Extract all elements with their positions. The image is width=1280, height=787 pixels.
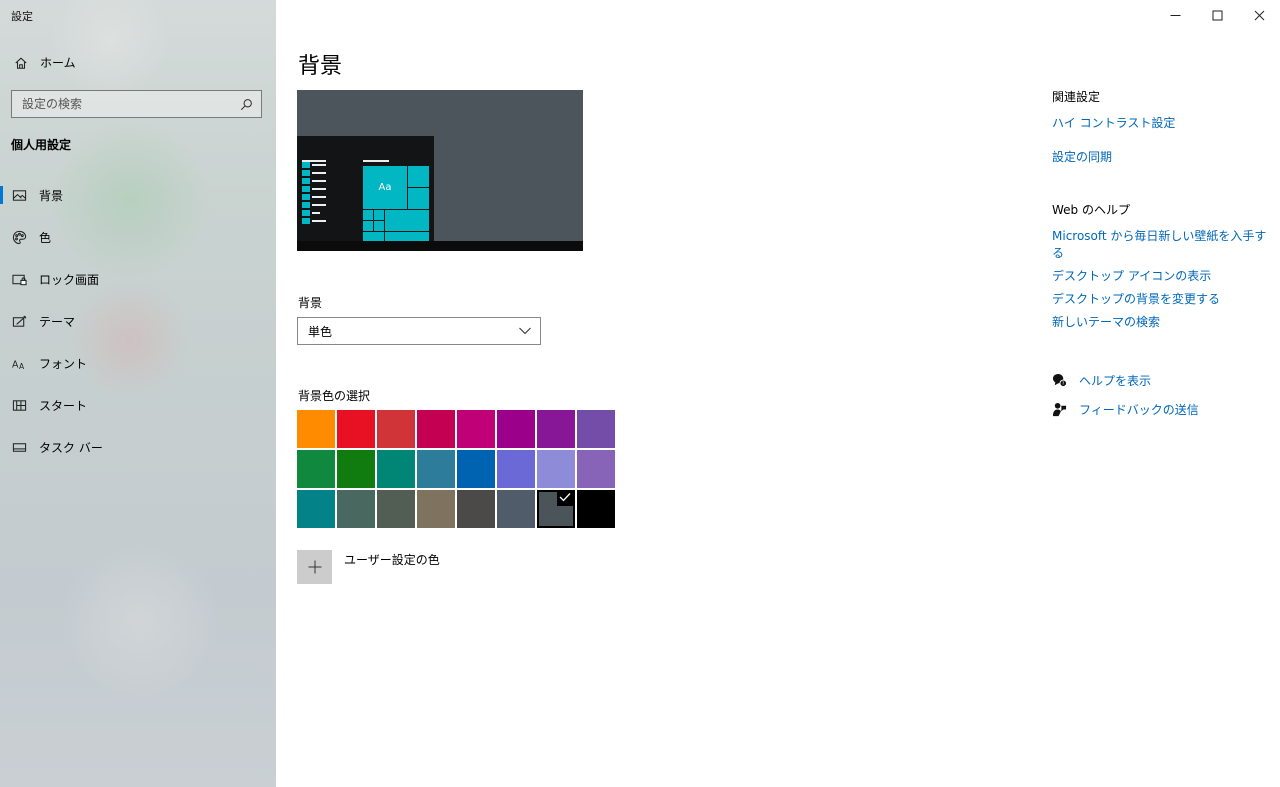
search-icon[interactable] — [240, 98, 253, 111]
color-swatch[interactable] — [457, 410, 495, 448]
color-swatch[interactable] — [577, 490, 615, 528]
feedback-label: フィードバックの送信 — [1079, 403, 1199, 417]
color-swatch[interactable] — [297, 410, 335, 448]
sidebar-item-label: 色 — [39, 230, 52, 245]
link-sync-settings[interactable]: 設定の同期 — [1052, 148, 1272, 165]
background-type-dropdown[interactable]: 単色 — [297, 317, 541, 345]
maximize-icon — [1212, 10, 1222, 20]
link-desktop-icons[interactable]: デスクトップ アイコンの表示 — [1052, 267, 1272, 284]
sidebar-item-label: フォント — [39, 356, 88, 371]
custom-color-label: ユーザー設定の色 — [344, 553, 440, 567]
minimize-button[interactable] — [1154, 0, 1196, 30]
sidebar-nav: 背景 色 ロック画面 テーマ A A フォント スタート タスク バー — [0, 174, 276, 468]
link-change-background[interactable]: デスクトップの背景を変更する — [1052, 290, 1272, 307]
color-swatch-selected[interactable] — [537, 490, 575, 528]
sidebar-item-color[interactable]: 色 — [0, 216, 276, 258]
maximize-button[interactable] — [1196, 0, 1238, 30]
color-swatch[interactable] — [457, 490, 495, 528]
sidebar-home-label: ホーム — [40, 56, 76, 70]
sidebar-item-label: テーマ — [39, 314, 76, 329]
start-icon — [12, 399, 27, 411]
color-swatch[interactable] — [377, 490, 415, 528]
close-button[interactable] — [1238, 0, 1280, 30]
preview-start-menu: Aa — [297, 136, 434, 241]
app-title: 設定 — [11, 10, 33, 23]
sidebar-item-taskbar[interactable]: タスク バー — [0, 426, 276, 468]
minimize-icon — [1170, 14, 1180, 16]
home-icon — [15, 56, 27, 69]
related-settings-title: 関連設定 — [1052, 90, 1101, 104]
color-swatch[interactable] — [537, 410, 575, 448]
sidebar-home[interactable]: ホーム — [14, 54, 76, 71]
section-title: 個人用設定 — [11, 138, 72, 152]
sidebar-item-background[interactable]: 背景 — [0, 174, 276, 216]
chevron-down-icon — [519, 327, 531, 335]
color-swatch[interactable] — [337, 450, 375, 488]
web-help-title: Web のヘルプ — [1052, 203, 1130, 217]
color-swatch[interactable] — [377, 450, 415, 488]
color-swatch[interactable] — [497, 450, 535, 488]
link-find-themes[interactable]: 新しいテーマの検索 — [1052, 313, 1272, 330]
sidebar: 設定 ホーム 個人用設定 背景 色 — [0, 0, 276, 787]
sidebar-item-label: スタート — [39, 398, 88, 413]
dropdown-value: 単色 — [308, 324, 333, 339]
preview-tile-text: Aa — [363, 166, 407, 209]
taskbar-icon — [12, 442, 27, 452]
search-box[interactable] — [11, 90, 262, 118]
color-swatch[interactable] — [497, 410, 535, 448]
get-help-link[interactable]: ? ヘルプを表示 — [1052, 372, 1272, 389]
color-swatch[interactable] — [497, 490, 535, 528]
lock-screen-icon — [12, 274, 27, 285]
preview-tiles: Aa — [363, 166, 429, 241]
sidebar-item-label: 背景 — [39, 188, 64, 203]
palette-icon — [12, 230, 27, 244]
sidebar-item-start[interactable]: スタート — [0, 384, 276, 426]
get-help-label: ヘルプを表示 — [1079, 374, 1152, 388]
color-swatch[interactable] — [377, 410, 415, 448]
color-swatch[interactable] — [417, 490, 455, 528]
page-title: 背景 — [298, 54, 343, 79]
color-swatch[interactable] — [337, 490, 375, 528]
color-swatch[interactable] — [417, 410, 455, 448]
picture-icon — [12, 189, 27, 201]
sidebar-item-theme[interactable]: テーマ — [0, 300, 276, 342]
checkmark-icon — [559, 493, 571, 502]
color-swatch[interactable] — [297, 450, 335, 488]
link-high-contrast[interactable]: ハイ コントラスト設定 — [1052, 114, 1272, 131]
sidebar-item-lock-screen[interactable]: ロック画面 — [0, 258, 276, 300]
color-select-label: 背景色の選択 — [298, 389, 371, 403]
link-daily-wallpaper[interactable]: Microsoft から毎日新しい壁紙を入手する — [1052, 227, 1272, 261]
color-swatch[interactable] — [537, 450, 575, 488]
svg-text:A: A — [19, 362, 25, 371]
right-panel: 関連設定 ハイ コントラスト設定 設定の同期 Web のヘルプ Microsof… — [1052, 88, 1272, 418]
background-preview: Aa — [297, 90, 583, 251]
search-input[interactable] — [22, 97, 222, 111]
custom-color-plus[interactable] — [297, 550, 332, 584]
theme-icon — [12, 315, 27, 327]
color-swatch[interactable] — [577, 410, 615, 448]
sidebar-item-label: タスク バー — [39, 440, 103, 455]
color-swatch[interactable] — [577, 450, 615, 488]
plus-icon — [308, 560, 321, 574]
background-type-label: 背景 — [298, 296, 323, 310]
chat-help-icon: ? — [1052, 373, 1067, 387]
color-swatch[interactable] — [457, 450, 495, 488]
custom-color-button[interactable]: ユーザー設定の色 — [297, 550, 440, 584]
feedback-icon — [1052, 402, 1067, 417]
font-icon: A A — [12, 359, 25, 371]
color-swatch[interactable] — [417, 450, 455, 488]
color-swatch[interactable] — [297, 490, 335, 528]
close-icon — [1254, 10, 1264, 20]
window-controls — [1154, 0, 1280, 30]
sidebar-item-font[interactable]: A A フォント — [0, 342, 276, 384]
preview-taskbar — [297, 241, 583, 251]
feedback-link[interactable]: フィードバックの送信 — [1052, 401, 1272, 418]
sidebar-item-label: ロック画面 — [39, 272, 100, 287]
svg-text:A: A — [12, 359, 19, 370]
color-palette — [297, 410, 617, 528]
color-swatch[interactable] — [337, 410, 375, 448]
